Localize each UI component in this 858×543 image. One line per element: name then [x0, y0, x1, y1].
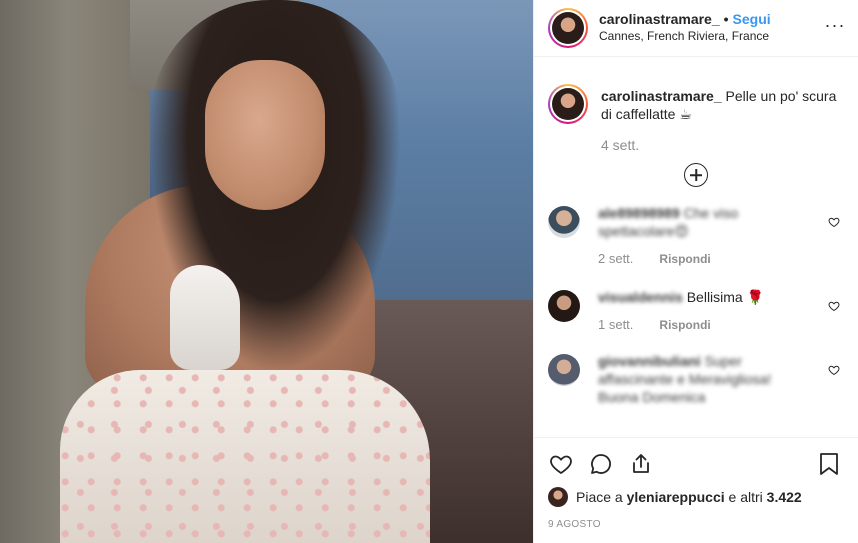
heart-outline-icon[interactable]: [828, 216, 840, 228]
follow-button[interactable]: Segui: [733, 11, 771, 28]
caption-avatar-image: [552, 88, 584, 120]
comments-section[interactable]: carolinastramare_ Pelle un po' scura di …: [534, 58, 858, 436]
comment-item: visualdennis Bellisima 🌹 1 sett. Rispond…: [534, 288, 858, 334]
caption-username[interactable]: carolinastramare_: [601, 88, 722, 104]
comment-text: Bellisima 🌹: [686, 289, 765, 305]
likes-prefix: Piace a: [576, 489, 623, 505]
caption-author-avatar[interactable]: [548, 84, 588, 124]
comment-item: giovannibuliani Super affascinante e Mer…: [534, 352, 858, 406]
header-separator: •: [723, 11, 729, 27]
commenter-avatar[interactable]: [548, 354, 580, 386]
commenter-avatar[interactable]: [548, 206, 580, 238]
post-header: carolinastramare_ • Segui Cannes, French…: [534, 0, 858, 57]
caption-timestamp[interactable]: 4 sett.: [601, 137, 858, 153]
heart-icon[interactable]: [548, 451, 574, 477]
comment-timestamp[interactable]: 2 sett.: [598, 250, 633, 268]
plus-circle-icon[interactable]: [684, 163, 708, 187]
comment-text-block: visualdennis Bellisima 🌹: [598, 288, 810, 306]
commenter-avatar[interactable]: [548, 290, 580, 322]
liker-avatar[interactable]: [548, 487, 568, 507]
photo-white-top: [170, 265, 240, 370]
comment-text-block: ale89898989 Che viso spettacolare😍: [598, 204, 810, 240]
author-avatar-image: [552, 12, 584, 44]
comment-username[interactable]: ale89898989: [598, 205, 680, 221]
post-actions: Piace a yleniareppucci e altri 3.422 9 A…: [534, 437, 858, 543]
action-icons: [548, 438, 844, 486]
post-location[interactable]: Cannes, French Riviera, France: [599, 28, 771, 45]
likes-suffix: e altri: [728, 489, 763, 505]
post-side-panel: carolinastramare_ • Segui Cannes, French…: [533, 0, 858, 543]
more-options-icon[interactable]: ···: [824, 16, 846, 40]
bookmark-icon[interactable]: [816, 451, 842, 477]
comment-timestamp[interactable]: 1 sett.: [598, 316, 633, 334]
caption-text-block: carolinastramare_ Pelle un po' scura di …: [601, 84, 844, 124]
reply-button[interactable]: Rispondi: [659, 250, 710, 268]
photo-floral-skirt: [60, 370, 430, 543]
heart-outline-icon[interactable]: [828, 364, 840, 376]
comment-username[interactable]: giovannibuliani: [598, 353, 701, 369]
liker-username[interactable]: yleniareppucci: [627, 489, 725, 505]
comment-username[interactable]: visualdennis: [598, 289, 683, 305]
author-avatar[interactable]: [548, 8, 588, 48]
reply-button[interactable]: Rispondi: [659, 316, 710, 334]
comment-item: ale89898989 Che viso spettacolare😍 2 set…: [534, 204, 858, 268]
post-photo[interactable]: [0, 0, 533, 543]
post-header-meta: carolinastramare_ • Segui Cannes, French…: [599, 11, 771, 45]
photo-person-face: [205, 60, 325, 210]
author-username[interactable]: carolinastramare_: [599, 11, 720, 28]
likes-summary: Piace a yleniareppucci e altri 3.422: [548, 487, 844, 507]
post-date[interactable]: 9 AGOSTO: [548, 519, 844, 530]
likes-count[interactable]: 3.422: [767, 489, 802, 505]
comment-text-block: giovannibuliani Super affascinante e Mer…: [598, 352, 810, 406]
heart-outline-icon[interactable]: [828, 300, 840, 312]
share-icon[interactable]: [628, 451, 654, 477]
comment-icon[interactable]: [588, 451, 614, 477]
instagram-post: carolinastramare_ • Segui Cannes, French…: [0, 0, 858, 543]
caption: carolinastramare_ Pelle un po' scura di …: [534, 58, 858, 124]
